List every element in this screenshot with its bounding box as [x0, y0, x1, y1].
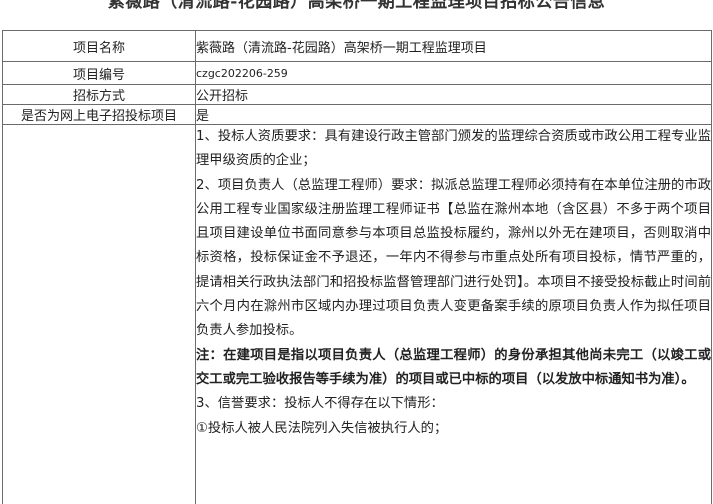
bidding-method-value: 公开招标: [195, 84, 712, 105]
project-info-table: 项目名称 紫薇路（清流路-花园路）高架桥一期工程监理项目 项目编号 czgc20…: [2, 30, 712, 504]
project-name-label: 项目名称: [2, 30, 196, 62]
table-row-bidding-method: 招标方式 公开招标: [2, 84, 712, 105]
project-name-value: 紫薇路（清流路-花园路）高架桥一期工程监理项目: [195, 30, 712, 62]
qualification-requirement: 1、投标人资质要求：具有建设行政主管部门颁发的监理综合资质或市政公用工程专业监理…: [196, 129, 711, 169]
online-bidding-label: 是否为网上电子招投标项目: [2, 104, 196, 125]
table-row-project-number: 项目编号 czgc202206-259: [2, 61, 712, 85]
project-number-value: czgc202206-259: [195, 61, 712, 85]
credit-requirement: 3、信誉要求：投标人不得存在以下情形：: [196, 396, 444, 412]
online-bidding-value: 是: [195, 104, 712, 125]
table-row-project-name: 项目名称 紫薇路（清流路-花园路）高架桥一期工程监理项目: [2, 30, 712, 62]
requirements-label: [2, 124, 196, 504]
bidding-method-label: 招标方式: [2, 84, 196, 105]
requirements-content: 1、投标人资质要求：具有建设行政主管部门颁发的监理综合资质或市政公用工程专业监理…: [195, 124, 712, 504]
ongoing-project-note: 注：在建项目是指以项目负责人（总监理工程师）的身份承担其他尚未完工（以竣工或交工…: [196, 347, 711, 387]
project-number-label: 项目编号: [2, 61, 196, 85]
page-title: 紫薇路（清流路-花园路）高架桥一期工程监理项目招标公告信息: [107, 0, 606, 12]
project-manager-requirement: 2、项目负责人（总监理工程师）要求：拟派总监理工程师必须持有在本单位注册的市政公…: [196, 177, 711, 339]
table-row-requirements: 1、投标人资质要求：具有建设行政主管部门颁发的监理综合资质或市政公用工程专业监理…: [2, 124, 712, 504]
credit-item-1: ①投标人被人民法院列入失信被执行人的；: [196, 420, 448, 436]
table-row-online-bidding: 是否为网上电子招投标项目 是: [2, 104, 712, 125]
